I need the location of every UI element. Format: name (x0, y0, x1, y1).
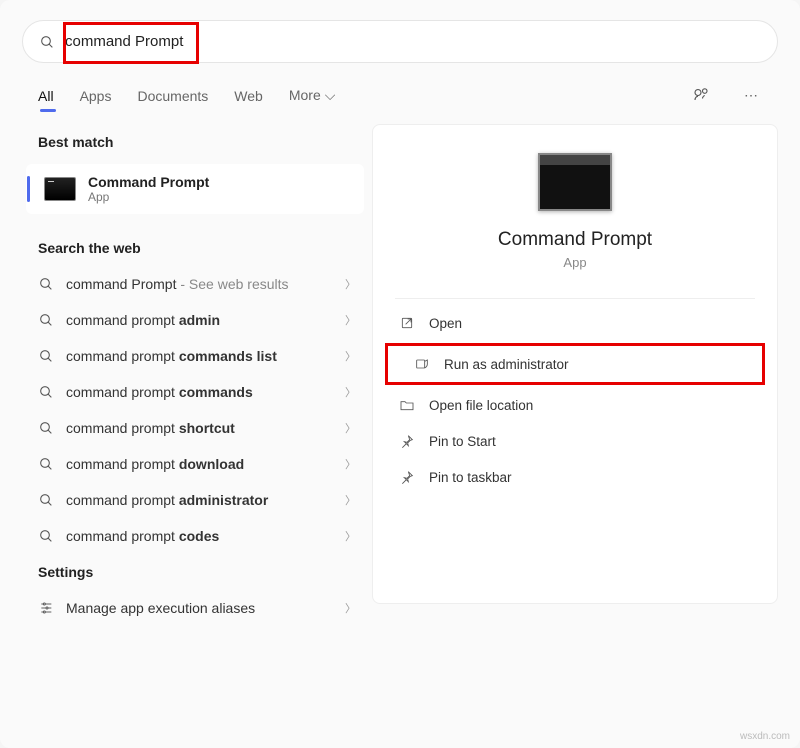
web-suggestion-text: command prompt admin (66, 312, 345, 328)
search-icon (38, 492, 54, 508)
action-label: Run as administrator (444, 357, 569, 372)
tab-more[interactable]: More⌵ (289, 87, 336, 104)
search-icon (38, 420, 54, 436)
search-bar[interactable] (22, 20, 778, 63)
detail-panel: Command Prompt App Open Run as administra… (372, 124, 778, 604)
search-icon (38, 528, 54, 544)
action-pin-to-start[interactable]: Pin to Start (373, 423, 777, 459)
web-suggestion[interactable]: command prompt admin〉 (22, 302, 372, 338)
filter-tabs: All Apps Documents Web More⌵ ⋯ (0, 73, 800, 124)
section-best-match: Best match (22, 124, 372, 160)
chevron-down-icon: ⌵ (325, 87, 336, 104)
web-suggestion-text: command prompt administrator (66, 492, 345, 508)
tab-documents[interactable]: Documents (137, 88, 208, 104)
action-run-as-administrator[interactable]: Run as administrator (385, 343, 765, 385)
tab-all[interactable]: All (38, 88, 54, 104)
best-match-subtitle: App (88, 190, 209, 204)
detail-title: Command Prompt (373, 229, 777, 251)
web-suggestion[interactable]: command prompt commands list〉 (22, 338, 372, 374)
web-suggestion-text: command prompt commands list (66, 348, 345, 364)
chevron-right-icon: 〉 (345, 420, 356, 436)
web-suggestion[interactable]: command prompt administrator〉 (22, 482, 372, 518)
web-suggestion[interactable]: command prompt shortcut〉 (22, 410, 372, 446)
settings-list-icon (38, 600, 54, 616)
web-suggestion[interactable]: command prompt codes〉 (22, 518, 372, 554)
best-match-title: Command Prompt (88, 174, 209, 190)
shield-admin-icon (414, 356, 430, 372)
pin-icon (399, 433, 415, 449)
chevron-right-icon: 〉 (345, 276, 356, 292)
search-icon (38, 276, 54, 292)
web-suggestion[interactable]: command Prompt - See web results〉 (22, 266, 372, 302)
action-label: Open (429, 316, 462, 331)
web-suggestion-text: command prompt commands (66, 384, 345, 400)
feedback-icon[interactable] (688, 81, 714, 110)
web-suggestion-text: command prompt codes (66, 528, 345, 544)
chevron-right-icon: 〉 (345, 492, 356, 508)
chevron-right-icon: 〉 (345, 312, 356, 328)
action-open[interactable]: Open (373, 305, 777, 341)
section-search-web: Search the web (22, 230, 372, 266)
chevron-right-icon: 〉 (345, 528, 356, 544)
action-pin-to-taskbar[interactable]: Pin to taskbar (373, 459, 777, 495)
detail-subtitle: App (373, 255, 777, 270)
pin-icon (399, 469, 415, 485)
search-icon (38, 456, 54, 472)
chevron-right-icon: 〉 (345, 600, 356, 616)
chevron-right-icon: 〉 (345, 348, 356, 364)
web-suggestion-text: command Prompt - See web results (66, 276, 345, 292)
folder-icon (399, 397, 415, 413)
results-column: Best match Command Prompt App Search the… (22, 124, 372, 626)
action-label: Open file location (429, 398, 533, 413)
web-suggestion[interactable]: command prompt download〉 (22, 446, 372, 482)
search-icon (38, 312, 54, 328)
settings-item[interactable]: Manage app execution aliases〉 (22, 590, 372, 626)
more-options-icon[interactable]: ⋯ (740, 83, 762, 108)
cmd-large-icon (538, 153, 612, 211)
action-open-file-location[interactable]: Open file location (373, 387, 777, 423)
search-icon (38, 384, 54, 400)
action-label: Pin to Start (429, 434, 496, 449)
web-suggestion[interactable]: command prompt commands〉 (22, 374, 372, 410)
section-settings: Settings (22, 554, 372, 590)
search-icon (38, 348, 54, 364)
open-icon (399, 315, 415, 331)
web-suggestion-text: command prompt download (66, 456, 345, 472)
action-label: Pin to taskbar (429, 470, 512, 485)
tab-apps[interactable]: Apps (80, 88, 112, 104)
watermark: wsxdn.com (740, 731, 790, 742)
tab-web[interactable]: Web (234, 88, 263, 104)
best-match-item[interactable]: Command Prompt App (26, 164, 364, 214)
cmd-icon (44, 177, 76, 201)
web-suggestion-text: command prompt shortcut (66, 420, 345, 436)
settings-item-label: Manage app execution aliases (66, 600, 345, 616)
search-icon (39, 34, 55, 50)
chevron-right-icon: 〉 (345, 456, 356, 472)
chevron-right-icon: 〉 (345, 384, 356, 400)
search-input[interactable] (65, 33, 761, 50)
